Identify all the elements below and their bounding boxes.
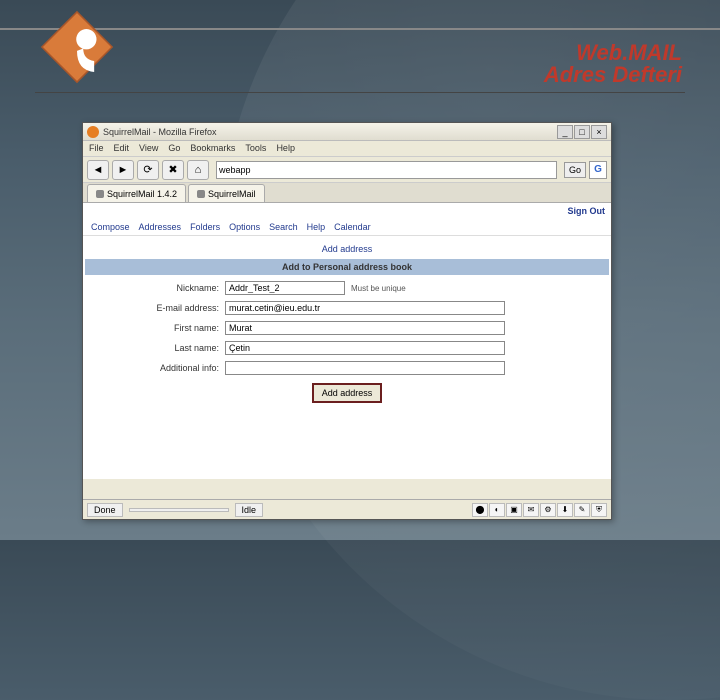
forward-button[interactable]: ► <box>112 160 134 180</box>
nav-help[interactable]: Help <box>307 222 326 232</box>
home-button[interactable]: ⌂ <box>187 160 209 180</box>
menu-tools[interactable]: Tools <box>245 143 266 154</box>
tab-icon <box>96 190 104 198</box>
label-first: First name: <box>85 323 225 333</box>
input-first[interactable] <box>225 321 505 335</box>
nav-search[interactable]: Search <box>269 222 298 232</box>
status-icon[interactable]: ⚙ <box>540 503 556 517</box>
search-engine-icon[interactable]: G <box>589 161 607 179</box>
nav-folders[interactable]: Folders <box>190 222 220 232</box>
menu-bookmarks[interactable]: Bookmarks <box>190 143 235 154</box>
minimize-button[interactable]: _ <box>557 125 573 139</box>
input-last[interactable] <box>225 341 505 355</box>
status-idle: Idle <box>235 503 264 517</box>
maximize-button[interactable]: □ <box>574 125 590 139</box>
status-icons: ⬤ ◐ ▣ ✉ ⚙ ⬇ ✎ ⛨ <box>472 503 607 517</box>
label-nickname: Nickname: <box>85 283 225 293</box>
tab-squirrelmail-1[interactable]: SquirrelMail 1.4.2 <box>87 184 186 202</box>
label-email: E-mail address: <box>85 303 225 313</box>
close-button[interactable]: × <box>591 125 607 139</box>
go-button[interactable]: Go <box>564 162 586 178</box>
input-nickname[interactable] <box>225 281 345 295</box>
logo <box>38 8 116 86</box>
nav-compose[interactable]: Compose <box>91 222 130 232</box>
status-icon[interactable]: ⬇ <box>557 503 573 517</box>
status-icon[interactable]: ◐ <box>489 503 505 517</box>
menubar: File Edit View Go Bookmarks Tools Help <box>83 141 611 157</box>
hint-nickname: Must be unique <box>351 284 406 293</box>
input-info[interactable] <box>225 361 505 375</box>
reload-button[interactable]: ⟳ <box>137 160 159 180</box>
add-address-button[interactable]: Add address <box>312 383 383 403</box>
tab-icon <box>197 190 205 198</box>
url-input[interactable] <box>216 161 557 179</box>
tabbar: SquirrelMail 1.4.2 SquirrelMail <box>83 183 611 203</box>
input-email[interactable] <box>225 301 505 315</box>
window-title: SquirrelMail - Mozilla Firefox <box>103 127 557 137</box>
tab-label: SquirrelMail 1.4.2 <box>107 189 177 199</box>
nav-options[interactable]: Options <box>229 222 260 232</box>
signout-link[interactable]: Sign Out <box>568 206 606 216</box>
browser-window: SquirrelMail - Mozilla Firefox _ □ × Fil… <box>82 122 612 520</box>
back-button[interactable]: ◄ <box>87 160 109 180</box>
stop-button[interactable]: ✖ <box>162 160 184 180</box>
label-last: Last name: <box>85 343 225 353</box>
status-done: Done <box>87 503 123 517</box>
sm-nav: Compose Addresses Folders Options Search… <box>83 219 611 236</box>
label-info: Additional info: <box>85 363 225 373</box>
menu-edit[interactable]: Edit <box>114 143 130 154</box>
page-content: Sign Out Compose Addresses Folders Optio… <box>83 203 611 479</box>
tab-label: SquirrelMail <box>208 189 256 199</box>
menu-go[interactable]: Go <box>168 143 180 154</box>
nav-addresses[interactable]: Addresses <box>139 222 182 232</box>
add-address-link[interactable]: Add address <box>322 244 373 254</box>
status-icon[interactable]: ⛨ <box>591 503 607 517</box>
nav-calendar[interactable]: Calendar <box>334 222 371 232</box>
toolbar: ◄ ► ⟳ ✖ ⌂ Go G <box>83 157 611 183</box>
status-icon[interactable]: ✉ <box>523 503 539 517</box>
status-icon[interactable]: ✎ <box>574 503 590 517</box>
menu-help[interactable]: Help <box>276 143 295 154</box>
titlebar: SquirrelMail - Mozilla Firefox _ □ × <box>83 123 611 141</box>
menu-view[interactable]: View <box>139 143 158 154</box>
tab-squirrelmail-2[interactable]: SquirrelMail <box>188 184 265 202</box>
menu-file[interactable]: File <box>89 143 104 154</box>
page-title: Web.MAIL Adres Defteri <box>544 42 682 86</box>
status-icon[interactable]: ⬤ <box>472 503 488 517</box>
address-form: Nickname: Must be unique E-mail address:… <box>83 275 611 409</box>
statusbar: Done Idle ⬤ ◐ ▣ ✉ ⚙ ⬇ ✎ ⛨ <box>83 499 611 519</box>
firefox-icon <box>87 126 99 138</box>
section-header: Add to Personal address book <box>85 259 609 275</box>
status-icon[interactable]: ▣ <box>506 503 522 517</box>
